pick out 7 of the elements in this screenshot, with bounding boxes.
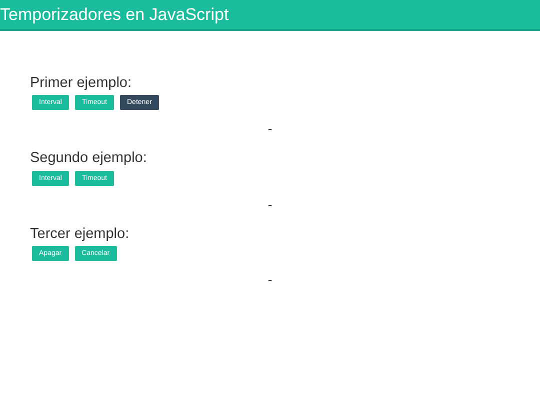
page-title: Temporizadores en JavaScript (0, 5, 229, 24)
section-heading: Segundo ejemplo: (30, 150, 147, 168)
result-text: - (268, 272, 272, 288)
result-text: - (268, 121, 272, 136)
section-heading: Primer ejemplo: (30, 75, 132, 92)
section-heading: Tercer ejemplo: (30, 226, 130, 244)
result-text: - (268, 196, 272, 212)
